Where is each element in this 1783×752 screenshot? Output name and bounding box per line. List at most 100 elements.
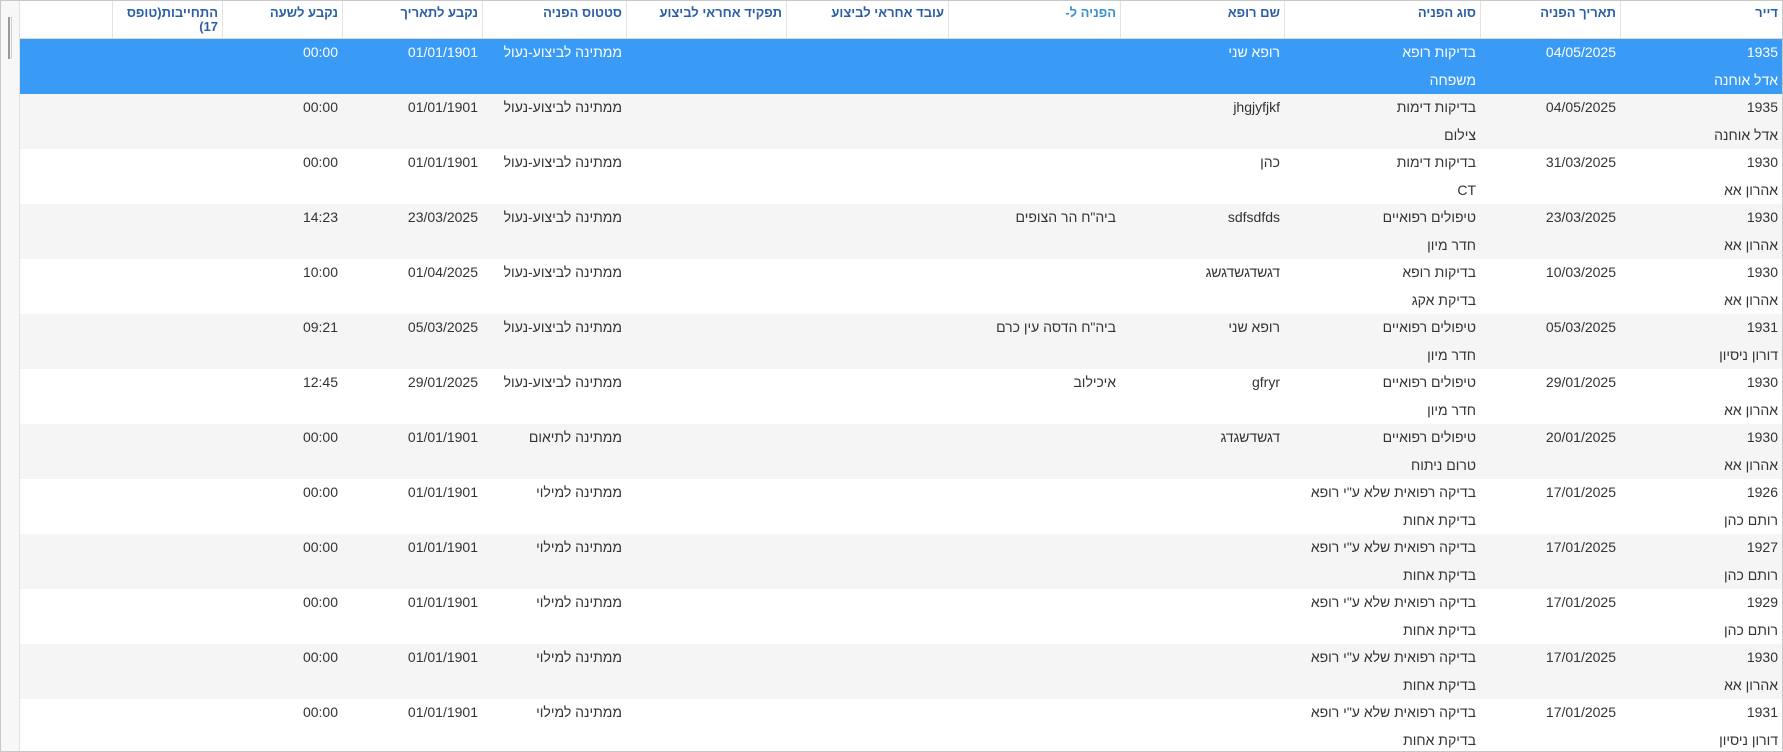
cell-responsible-role [626,94,786,149]
cell-fixed-date: 01/01/1901 [342,589,482,644]
cell-request-type: בדיקה רפואית שלא ע"י רופא בדיקת אחות [1284,589,1480,644]
cell-request-type: בדיקות רופא בדיקת אקג [1284,259,1480,314]
header-status[interactable]: סטטוס הפניה [482,1,626,38]
table-row[interactable]: 1935 אדל אוחנה 04/05/2025 בדיקות דימות צילום… [20,94,1782,149]
table-row[interactable]: 1930 אהרון אא 23/03/2025 טיפולים רפואיים חדר… [20,204,1782,259]
cell-commitment [112,644,222,699]
table-row[interactable]: 1931 דורון ניסיון 17/01/2025 בדיקה רפואית ש… [20,699,1782,751]
table-row[interactable]: 1927 רותם כהן 17/01/2025 בדיקה רפואית שלא ע… [20,534,1782,589]
scrollbar-thumb[interactable] [8,17,12,59]
cell-fixed-date-value: 01/01/1901 [407,429,478,445]
cell-refer-to [948,259,1120,314]
cell-fixed-time-value: 00:00 [302,649,338,665]
cell-request-type-value: טיפולים רפואיים [1382,429,1476,445]
cell-refer-to [948,424,1120,479]
header-fixed-time[interactable]: נקבע לשעה [222,1,342,38]
cell-dayar-subvalue: רותם כהן [1723,567,1778,583]
cell-status-value: ממתינה לביצוע-נעול [503,374,622,390]
cell-doctor-name-value: דגשדשגדג [1220,429,1280,445]
cell-fixed-time: 00:00 [222,424,342,479]
cell-request-type-subvalue: חדר מיון [1427,237,1476,253]
cell-dayar: 1935 אדל אוחנה [1620,39,1782,94]
header-responsible-role[interactable]: תפקיד אחראי לביצוע [626,1,786,38]
cell-commitment [112,149,222,204]
cell-request-date-value: 23/03/2025 [1545,209,1616,225]
table-row[interactable]: 1930 אהרון אא 17/01/2025 בדיקה רפואית שלא ע… [20,644,1782,699]
cell-dayar-subvalue: אדל אוחנה [1714,72,1778,88]
cell-dayar-subvalue: אהרון אא [1724,677,1778,693]
cell-doctor-name [1120,644,1284,699]
cell-refer-to [948,589,1120,644]
cell-fixed-time: 00:00 [222,644,342,699]
cell-fixed-date-value: 05/03/2025 [407,319,478,335]
cell-request-type-value: בדיקה רפואית שלא ע"י רופא [1310,484,1476,500]
cell-commitment [112,699,222,751]
cell-request-type-value: בדיקות דימות [1396,99,1476,115]
table-row[interactable]: 1930 אהרון אא 29/01/2025 טיפולים רפואיים חדר… [20,369,1782,424]
cell-doctor-name-value: דגשדגשדגשג [1205,264,1280,280]
cell-request-date: 17/01/2025 [1480,699,1620,751]
header-refer-to[interactable]: הפניה ל- [948,1,1120,38]
cell-responsible-worker [786,204,948,259]
cell-dayar-value: 1930 [1746,264,1778,280]
cell-status: ממתינה לביצוע-נעול [482,314,626,369]
cell-fixed-time: 00:00 [222,699,342,751]
cell-dayar: 1930 אהרון אא [1620,369,1782,424]
cell-dayar-subvalue: רותם כהן [1723,622,1778,638]
cell-request-type-subvalue: בדיקת אחות [1403,677,1476,693]
table-row[interactable]: 1930 אהרון אא 20/01/2025 טיפולים רפואיים טרו… [20,424,1782,479]
cell-responsible-role [626,204,786,259]
cell-status-value: ממתינה לביצוע-נעול [503,99,622,115]
header-fixed-date[interactable]: נקבע לתאריך [342,1,482,38]
cell-responsible-worker [786,699,948,751]
cell-responsible-role [626,589,786,644]
cell-dayar-value: 1930 [1746,154,1778,170]
cell-request-type-subvalue: בדיקת אחות [1403,622,1476,638]
cell-request-date-value: 17/01/2025 [1545,539,1616,555]
cell-dayar: 1930 אהרון אא [1620,149,1782,204]
cell-request-type-subvalue: בדיקת אחות [1403,567,1476,583]
table-row[interactable]: 1929 רותם כהן 17/01/2025 בדיקה רפואית שלא ע… [20,589,1782,644]
table-row[interactable]: 1935 אדל אוחנה 04/05/2025 בדיקות רופא משפחה ר… [20,39,1782,94]
header-commitment[interactable]: התחייבות(טופס 17) [112,1,222,38]
cell-responsible-worker [786,259,948,314]
cell-request-date-value: 29/01/2025 [1545,374,1616,390]
cell-filler [20,259,112,314]
cell-responsible-role [626,424,786,479]
header-request-type[interactable]: סוג הפניה [1284,1,1480,38]
header-request-date[interactable]: תאריך הפניה [1480,1,1620,38]
cell-doctor-name [1120,534,1284,589]
cell-doctor-name: jhgjyfjkf [1120,94,1284,149]
table-row[interactable]: 1926 רותם כהן 17/01/2025 בדיקה רפואית שלא ע… [20,479,1782,534]
cell-request-type-value: בדיקה רפואית שלא ע"י רופא [1310,594,1476,610]
cell-refer-to [948,39,1120,94]
cell-responsible-worker [786,94,948,149]
cell-dayar-subvalue: אדל אוחנה [1714,127,1778,143]
cell-filler [20,369,112,424]
cell-fixed-date: 01/01/1901 [342,479,482,534]
header-responsible-worker[interactable]: עובד אחראי לביצוע [786,1,948,38]
header-dayar[interactable]: דייר [1620,1,1782,38]
cell-doctor-name [1120,479,1284,534]
cell-fixed-date-value: 01/01/1901 [407,99,478,115]
cell-dayar-value: 1927 [1746,539,1778,555]
cell-dayar: 1931 דורון ניסיון [1620,699,1782,751]
referrals-table: דייר תאריך הפניה סוג הפניה שם רופא הפניה… [20,1,1782,751]
cell-request-type-value: טיפולים רפואיים [1382,374,1476,390]
cell-dayar-value: 1931 [1746,704,1778,720]
table-row[interactable]: 1930 אהרון אא 31/03/2025 בדיקות דימות CT כהן מ… [20,149,1782,204]
table-row[interactable]: 1931 דורון ניסיון 05/03/2025 טיפולים רפואיי… [20,314,1782,369]
cell-request-date-value: 17/01/2025 [1545,649,1616,665]
table-row[interactable]: 1930 אהרון אא 10/03/2025 בדיקות רופא בדיקת א… [20,259,1782,314]
cell-filler [20,314,112,369]
referrals-grid-frame: דייר תאריך הפניה סוג הפניה שם רופא הפניה… [0,0,1783,752]
cell-request-type-value: בדיקות דימות [1396,154,1476,170]
header-doctor-name[interactable]: שם רופא [1120,1,1284,38]
vertical-scrollbar[interactable] [1,1,20,751]
cell-responsible-worker [786,534,948,589]
cell-doctor-name: רופא שני [1120,314,1284,369]
cell-fixed-date-value: 01/01/1901 [407,649,478,665]
cell-status-value: ממתינה לביצוע-נעול [503,154,622,170]
cell-fixed-time: 12:45 [222,369,342,424]
cell-fixed-time-value: 00:00 [302,594,338,610]
